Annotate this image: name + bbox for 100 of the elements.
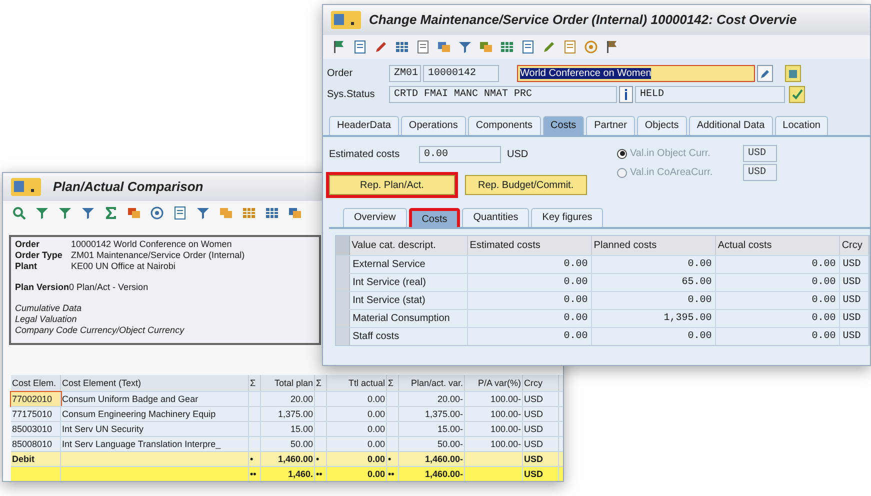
stack-icon[interactable] <box>126 205 142 221</box>
table-cell: 0.00 <box>468 274 592 291</box>
table-cell-text: 100.00- <box>489 423 522 436</box>
object-button[interactable] <box>785 65 801 82</box>
circle-icon[interactable] <box>583 39 599 55</box>
currency-label: USD <box>507 148 528 162</box>
stack-icon[interactable] <box>436 39 452 55</box>
search-icon[interactable] <box>11 205 27 221</box>
tab[interactable]: HeaderData <box>329 116 399 135</box>
order-type-field[interactable]: ZM01 <box>389 65 421 82</box>
grid-icon[interactable] <box>264 205 280 221</box>
header-label: Order <box>15 239 41 250</box>
table-cell-text: • <box>315 453 320 466</box>
table-cell-text: 100.00- <box>489 408 522 421</box>
grid-icon[interactable] <box>499 39 515 55</box>
status-button[interactable] <box>789 86 805 103</box>
table-cell: 0.00 <box>468 292 592 309</box>
radio-label: Val.in CoAreaCurr. <box>630 166 713 180</box>
funnel-icon[interactable] <box>34 205 50 221</box>
note-text: Cumulative Data <box>15 303 83 314</box>
header-value: 0 Plan/Act - Version <box>69 282 148 293</box>
window-title: Change Maintenance/Service Order (Internal) 10000142: Cost Overvie <box>369 11 797 30</box>
tab[interactable]: Quantities <box>462 208 530 227</box>
table-cell: 0.00 <box>716 274 840 291</box>
long-text-button[interactable] <box>757 65 773 82</box>
tab[interactable]: Operations <box>400 116 466 135</box>
tab[interactable]: Components <box>468 116 541 135</box>
table-cell: 0.00 <box>716 328 840 345</box>
column-header: Value cat. descript. <box>350 236 468 255</box>
currency-field[interactable]: USD <box>743 145 777 162</box>
table-cell: USD <box>840 328 869 345</box>
window-title: Plan/Actual Comparison <box>53 178 204 196</box>
tab[interactable]: Objects <box>636 116 687 135</box>
table-cell-text: 1,375.00 <box>276 408 314 421</box>
tab[interactable]: Key figures <box>531 208 604 227</box>
table-cell-text: USD <box>523 438 544 451</box>
stack-icon[interactable] <box>287 205 303 221</box>
table-cell-text: USD <box>523 468 544 481</box>
stack-icon[interactable] <box>478 39 494 55</box>
order-number-field[interactable]: 10000142 <box>423 65 499 82</box>
funnel-icon[interactable] <box>57 205 73 221</box>
radio-button[interactable] <box>617 148 627 158</box>
sum-icon[interactable] <box>103 205 119 221</box>
table-cell: USD <box>840 256 869 273</box>
table-cell-text: 85008010 <box>11 438 54 451</box>
table-cell-text: 20.00- <box>436 393 464 406</box>
system-status-field[interactable]: CRTD FMAI MANC NMAT PRC <box>389 86 617 103</box>
table-cell-text: 1,460.00- <box>424 453 464 466</box>
table-cell-text: 50.00 <box>289 438 314 451</box>
table-cell: 0.00 <box>592 292 716 309</box>
funnel-icon[interactable] <box>80 205 96 221</box>
currency-field[interactable]: USD <box>743 164 777 181</box>
header-label: Order Type <box>15 250 64 261</box>
table-cell: 0.00 <box>468 310 592 327</box>
report-button[interactable]: Rep. Plan/Act. <box>329 175 455 195</box>
table-cell: Int Service (real) <box>350 274 468 291</box>
table-cell-text: Consum Uniform Badge and Gear <box>61 393 200 406</box>
table-cell: Int Service (stat) <box>350 292 468 309</box>
field-label: Sys.Status <box>327 88 376 102</box>
info-button[interactable] <box>619 86 633 103</box>
column-header: Planned costs <box>592 236 716 255</box>
tab[interactable]: Partner <box>586 116 635 135</box>
table-cell-text: 0.00 <box>366 423 386 436</box>
tab[interactable]: Additional Data <box>688 116 773 135</box>
user-status-field[interactable]: HELD <box>635 86 785 103</box>
tab[interactable]: Location <box>774 116 828 135</box>
pencil-icon[interactable] <box>541 39 557 55</box>
report-button[interactable]: Rep. Budget/Commit. <box>465 175 587 195</box>
column-header: Actual costs <box>716 236 840 255</box>
table-cell-text: Debit <box>11 453 36 466</box>
table-cell-text: 1,460. <box>286 468 314 481</box>
table-cell-text: • <box>249 453 254 466</box>
circle-icon[interactable] <box>149 205 165 221</box>
radio-button[interactable] <box>617 168 627 178</box>
table-cell-text: 85003010 <box>11 423 54 436</box>
table-cell-text: 1,460.00- <box>424 468 464 481</box>
table-cell-text: 20.00 <box>289 393 314 406</box>
tab[interactable]: Costs <box>408 208 460 227</box>
table-cell: 0.00 <box>592 256 716 273</box>
window-menu-icon[interactable] <box>331 11 361 29</box>
table-cell: USD <box>840 274 869 291</box>
funnel-icon[interactable] <box>195 205 211 221</box>
estimated-costs-field[interactable]: 0.00 <box>419 146 501 162</box>
table-cell: USD <box>840 310 869 327</box>
pencil-icon[interactable] <box>373 39 389 55</box>
tab[interactable]: Overview <box>343 208 407 227</box>
grid-icon[interactable] <box>394 39 410 55</box>
table-cell: USD <box>840 292 869 309</box>
funnel-icon[interactable] <box>457 39 473 55</box>
description-field[interactable]: World Conference on Women <box>517 65 755 82</box>
table-cell-text: USD <box>523 393 544 406</box>
table-cell-text: 15.00- <box>436 423 464 436</box>
grid-icon[interactable] <box>241 205 257 221</box>
window-menu-icon[interactable] <box>11 178 41 196</box>
note-text: Company Code Currency/Object Currency <box>15 325 186 336</box>
table-cell: 0.00 <box>468 328 592 345</box>
column-header: Estimated costs <box>468 236 592 255</box>
tab[interactable]: Costs <box>542 116 584 135</box>
stack-icon[interactable] <box>218 205 234 221</box>
table-cell-text: USD <box>523 453 544 466</box>
